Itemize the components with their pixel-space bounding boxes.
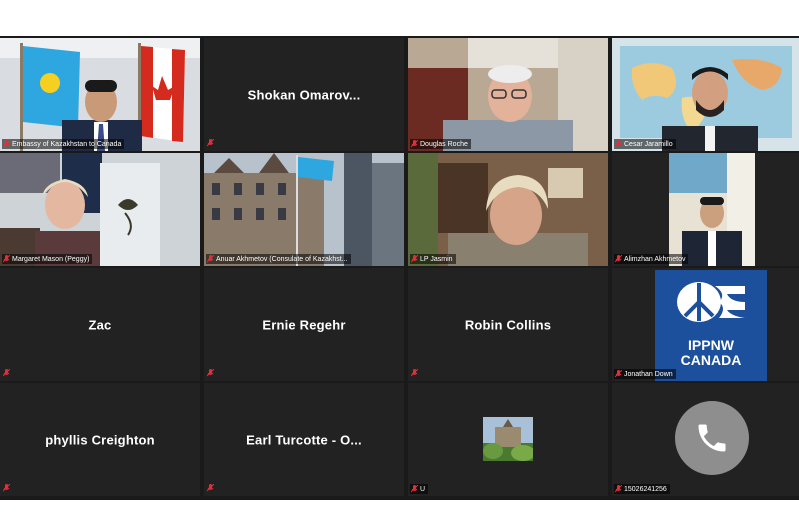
participant-video	[408, 38, 608, 151]
microphone-muted-icon	[411, 369, 418, 377]
participant-tile-jonathan[interactable]: IPPNW CANADA Jonathan Down	[612, 268, 799, 381]
peace-globe-logo	[677, 282, 745, 322]
microphone-muted-icon	[615, 140, 622, 148]
participant-name-label: 15026241256	[614, 484, 670, 494]
participant-tile-anuar[interactable]: Anuar Akhmetov (Consulate of Kazakhst...	[204, 153, 404, 266]
ippnw-logo: IPPNW CANADA	[655, 270, 767, 381]
participant-name-label: U	[410, 484, 429, 494]
microphone-muted-icon	[411, 485, 418, 493]
participant-name: Zac	[88, 317, 112, 332]
participant-video	[408, 153, 608, 266]
participant-tile-u[interactable]: U	[408, 383, 608, 496]
participant-name: Robin Collins	[464, 317, 552, 332]
participant-video	[204, 153, 404, 266]
ippnw-logo-line2: CANADA	[680, 352, 742, 368]
gallery-view: Embassy of Kazakhstan to Canada Shokan O…	[0, 36, 799, 500]
participant-tile-douglas[interactable]: Douglas Roche	[408, 38, 608, 151]
microphone-muted-icon	[207, 255, 214, 263]
microphone-muted-icon	[3, 255, 10, 263]
participant-name-label: Anuar Akhmetov (Consulate of Kazakhst...	[206, 254, 351, 264]
participant-video	[0, 38, 200, 151]
microphone-muted-icon	[3, 369, 10, 377]
microphone-muted-icon	[615, 255, 622, 263]
microphone-muted-icon	[207, 369, 214, 377]
participant-name-label: Margaret Mason (Peggy)	[2, 254, 93, 264]
participant-tile-shokan[interactable]: Shokan Omarov...	[204, 38, 404, 151]
participant-video	[0, 153, 200, 266]
microphone-muted-icon	[615, 370, 622, 378]
participant-name: Shokan Omarov...	[247, 87, 361, 102]
participant-tile-phyllis[interactable]: phyllis Creighton	[0, 383, 200, 496]
microphone-muted-icon	[207, 139, 214, 147]
participant-tile-lp-jasmin[interactable]: LP Jasmin	[408, 153, 608, 266]
participant-name: Earl Turcotte - O...	[246, 432, 362, 447]
microphone-muted-icon	[207, 484, 214, 492]
participant-name-label: Embassy of Kazakhstan to Canada	[2, 139, 125, 149]
participant-name-label: Douglas Roche	[410, 139, 471, 149]
microphone-muted-icon	[3, 484, 10, 492]
participant-tile-zac[interactable]: Zac	[0, 268, 200, 381]
microphone-muted-icon	[411, 255, 418, 263]
participant-tile-cesar[interactable]: Cesar Jaramillo	[612, 38, 799, 151]
participant-name-label: LP Jasmin	[410, 254, 456, 264]
participant-name-label: Jonathan Down	[614, 369, 676, 379]
microphone-muted-icon	[3, 140, 10, 148]
participant-tile-margaret[interactable]: Margaret Mason (Peggy)	[0, 153, 200, 266]
participant-tile-embassy[interactable]: Embassy of Kazakhstan to Canada	[0, 38, 200, 151]
participant-name: phyllis Creighton	[45, 432, 155, 447]
participant-video	[612, 153, 799, 266]
phone-icon	[698, 424, 726, 451]
microphone-muted-icon	[411, 140, 418, 148]
participant-tile-phone[interactable]: 15026241256	[612, 383, 799, 496]
participant-name-label: Alimzhan Akhmetov	[614, 254, 689, 264]
participant-tile-alimzhan[interactable]: Alimzhan Akhmetov	[612, 153, 799, 266]
participant-tile-ernie[interactable]: Ernie Regehr	[204, 268, 404, 381]
participant-avatar-image	[483, 417, 533, 461]
participant-name: Ernie Regehr	[262, 317, 346, 332]
participant-video	[612, 38, 799, 151]
phone-avatar	[675, 400, 749, 475]
participant-tile-earl[interactable]: Earl Turcotte - O...	[204, 383, 404, 496]
ippnw-logo-line1: IPPNW	[688, 337, 734, 353]
participant-tile-robin[interactable]: Robin Collins	[408, 268, 608, 381]
microphone-muted-icon	[615, 485, 622, 493]
participant-name-label: Cesar Jaramillo	[614, 139, 676, 149]
